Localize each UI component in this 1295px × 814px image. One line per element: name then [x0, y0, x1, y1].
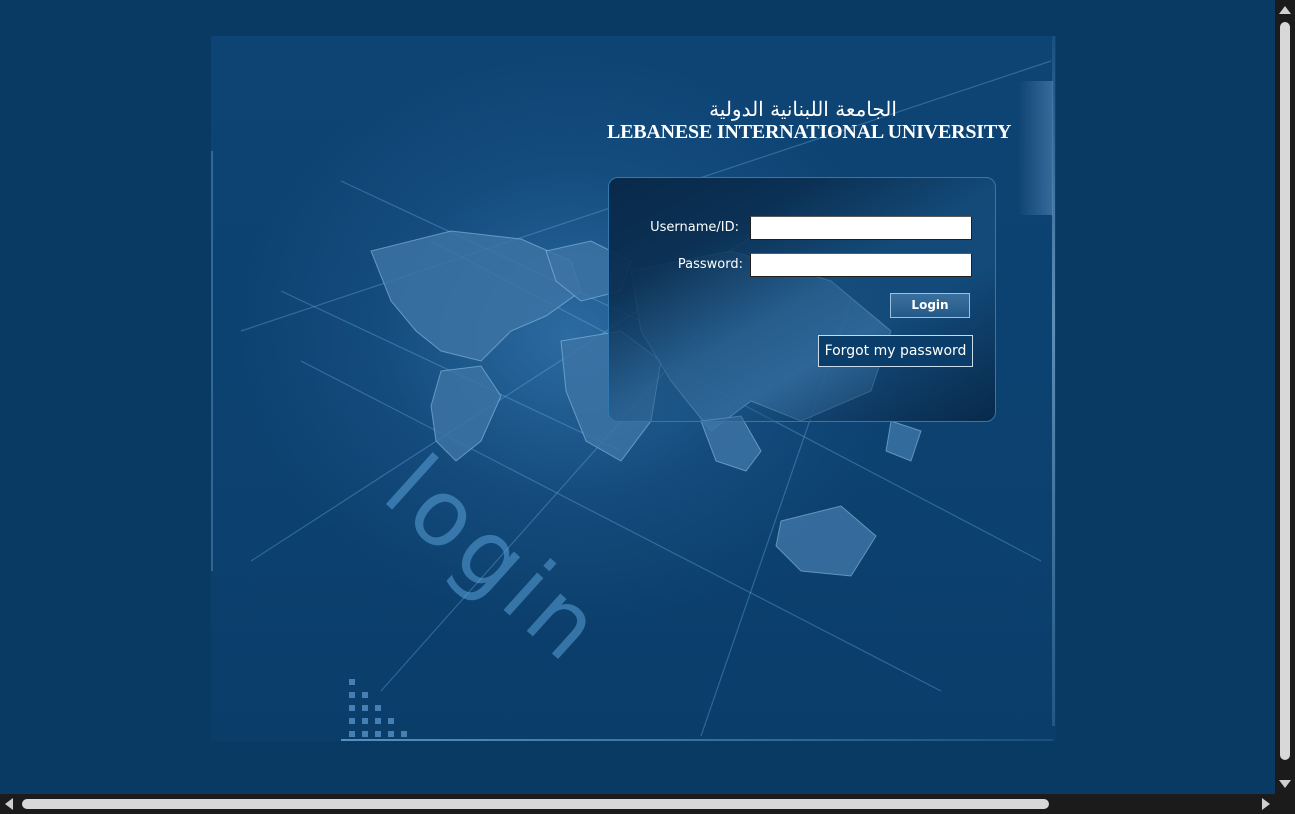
university-logo: الجامعة اللبنانية الدولية LEBANESE INTER…	[607, 97, 1012, 149]
stage-edge-left	[211, 151, 213, 571]
side-glow	[1019, 81, 1053, 215]
scroll-up-arrow-icon[interactable]	[1279, 6, 1291, 14]
scroll-down-arrow-icon[interactable]	[1279, 780, 1291, 788]
password-label: Password:	[677, 257, 743, 272]
horizontal-scrollbar-thumb[interactable]	[22, 799, 1049, 809]
horizontal-scrollbar[interactable]	[0, 794, 1295, 814]
vertical-scrollbar-thumb[interactable]	[1280, 22, 1290, 760]
scroll-right-arrow-icon[interactable]	[1262, 798, 1270, 810]
logo-arabic-text: الجامعة اللبنانية الدولية	[709, 97, 897, 121]
password-input[interactable]	[750, 253, 972, 277]
page-viewport: login الجامعة اللبنانية الدولية LEBANESE…	[1, 1, 1274, 793]
forgot-password-button[interactable]: Forgot my password	[818, 335, 973, 367]
login-button[interactable]: Login	[890, 293, 970, 318]
username-input[interactable]	[750, 216, 972, 240]
stage-edge-bottom	[341, 739, 1053, 741]
decorative-dots	[349, 679, 407, 737]
vertical-scrollbar[interactable]	[1275, 0, 1295, 794]
scroll-left-arrow-icon[interactable]	[5, 798, 13, 810]
username-label: Username/ID:	[650, 220, 739, 235]
logo-english-text: LEBANESE INTERNATIONAL UNIVERSITY	[607, 121, 1012, 143]
scrollbar-corner	[1275, 794, 1295, 814]
